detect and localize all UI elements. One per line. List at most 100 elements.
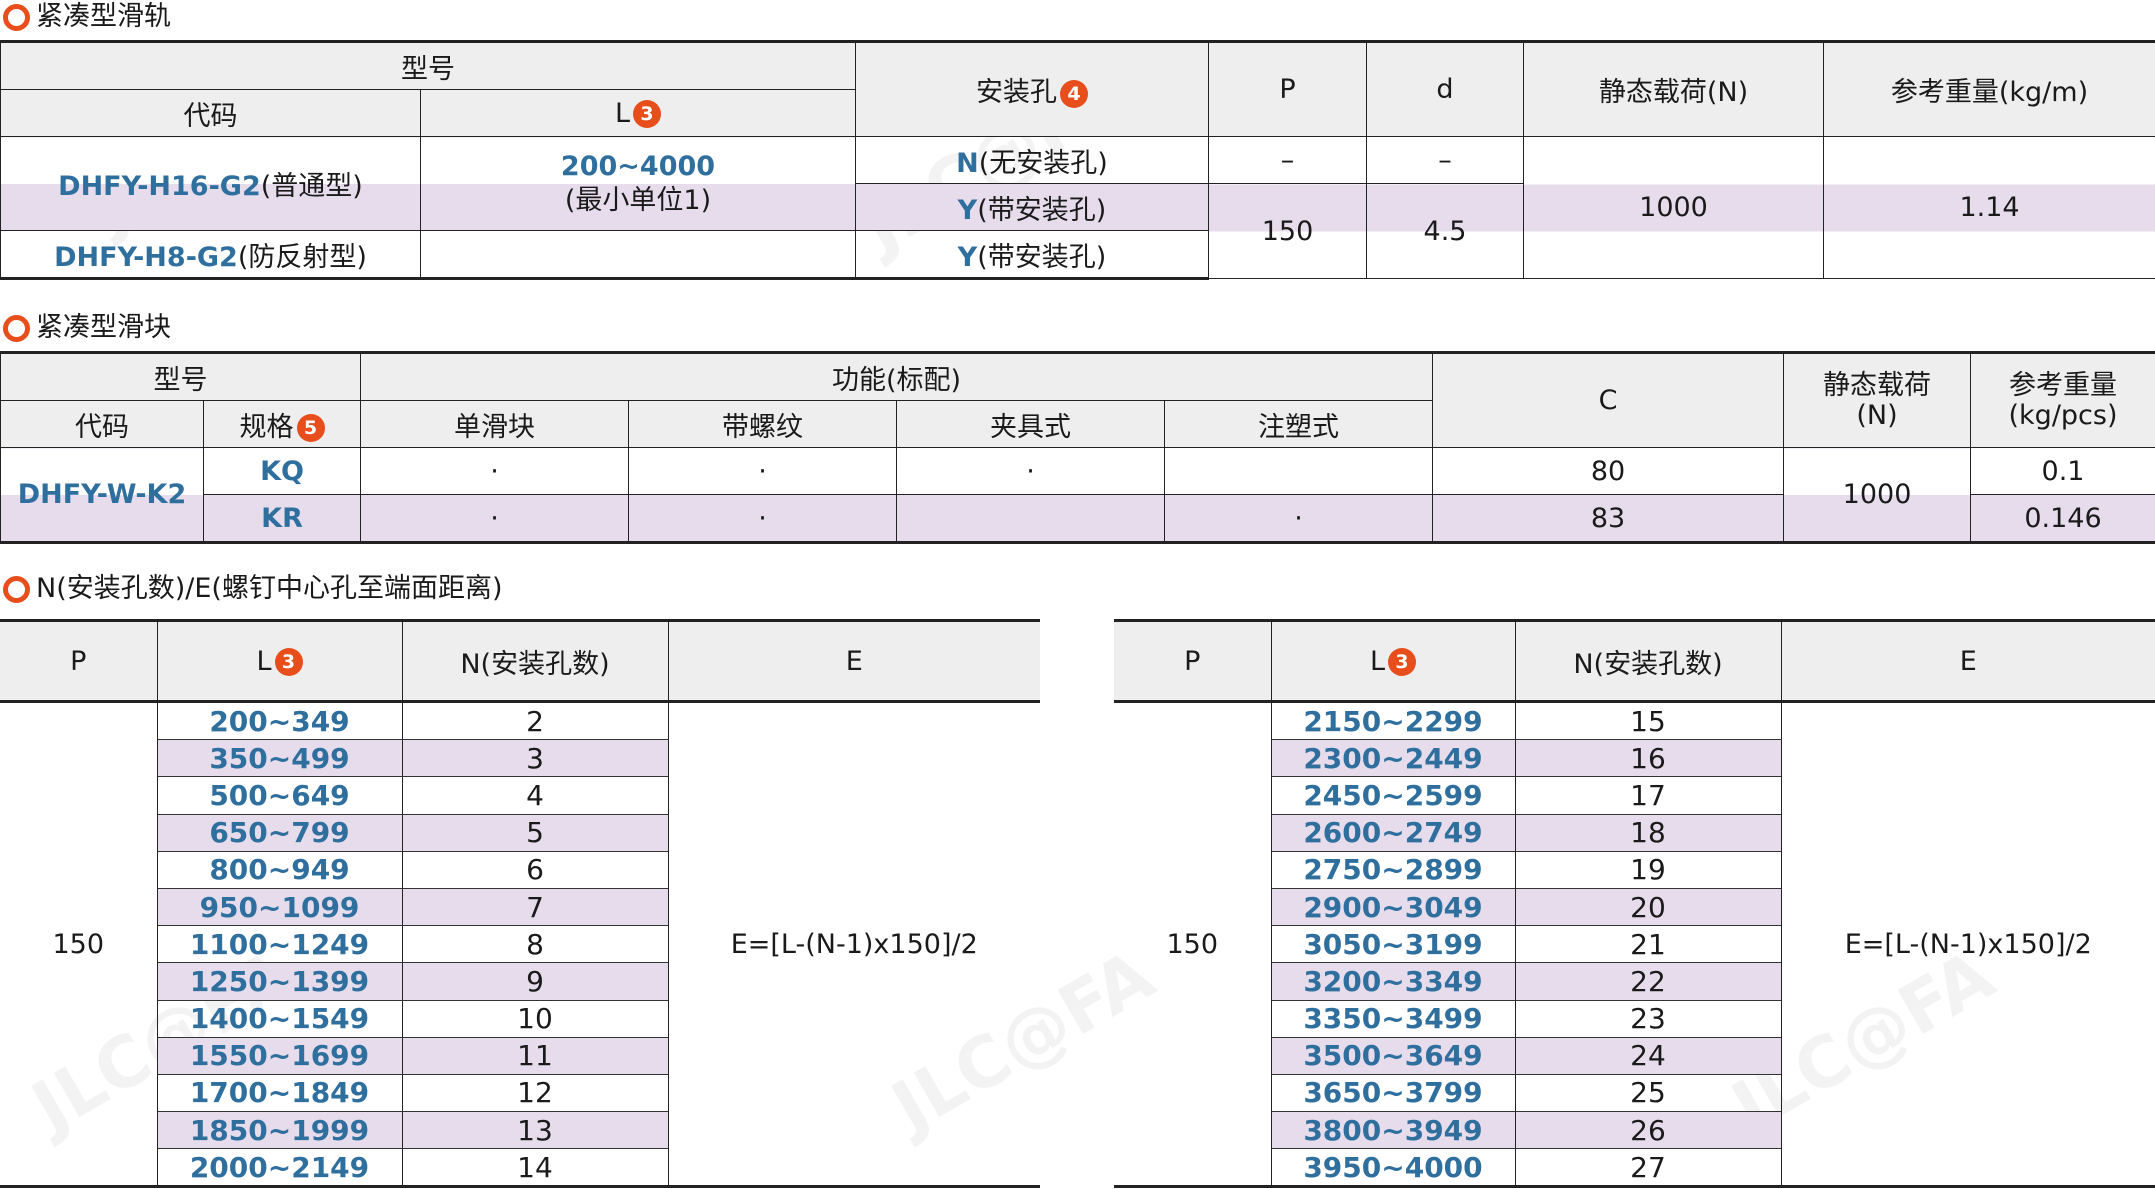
rail-code-antireflect: DHFY-H8-G2(防反射型) [0, 230, 421, 280]
hole-count: 26 [1514, 1111, 1782, 1150]
length-range: 3200~3349 [1270, 962, 1516, 1001]
header-c: C [1432, 351, 1785, 448]
section-title-text: N(安装孔数)/E(螺钉中心孔至端面距离) [36, 573, 503, 604]
holes-table-left: P L3 N(安装孔数) E 150 200~349 2 E=[L-(N-1)x150… [0, 619, 1040, 1189]
rail-length-range: 200~4000 (最小单位1) [420, 136, 856, 231]
length-range: 1100~1249 [156, 925, 403, 964]
hole-count: 17 [1514, 776, 1782, 815]
length-range: 2450~2599 [1270, 776, 1516, 815]
rail-code-standard: DHFY-H16-G2(普通型) [0, 136, 421, 231]
single-mark: · [360, 494, 629, 544]
badge-icon: 3 [1388, 648, 1417, 676]
length-range: 3800~3949 [1270, 1111, 1516, 1150]
rail-load: 1000 [1523, 136, 1824, 279]
header-code: 代码 [0, 400, 204, 448]
hole-count: 8 [401, 925, 669, 964]
header-e: E [1780, 619, 2155, 703]
header-function: 功能(标配) [359, 351, 1434, 401]
header-load: 静态载荷 (N) [1783, 351, 1972, 448]
header-p: P [1114, 619, 1272, 703]
badge-icon: 5 [296, 414, 325, 442]
hole-option-n: N(无安装孔) [855, 136, 1209, 184]
table-row: 150 2150~2299 15 E=[L-(N-1)x150]/2 [1114, 701, 2155, 1189]
slider-load: 1000 [1783, 447, 1972, 544]
c-value: 83 [1432, 494, 1785, 544]
e-formula: E=[L-(N-1)x150]/2 [667, 701, 1040, 1189]
circle-bullet-icon [3, 314, 30, 342]
d-dash: – [1366, 136, 1524, 184]
weight-value: 0.146 [1970, 494, 2155, 544]
hole-count: 25 [1514, 1074, 1782, 1113]
hole-count: 23 [1514, 1000, 1782, 1038]
hole-count: 27 [1514, 1148, 1782, 1189]
hole-count: 18 [1514, 814, 1782, 852]
header-spec: 规格 5 [203, 400, 361, 448]
header-length: L3 [420, 89, 856, 137]
header-l: L3 [1270, 619, 1516, 703]
header-mount-hole: 安装孔 4 [855, 40, 1209, 137]
hole-count: 6 [401, 851, 669, 889]
length-range: 3050~3199 [1270, 925, 1516, 964]
length-range: 200~349 [156, 701, 403, 741]
length-range: 1250~1399 [156, 962, 403, 1001]
single-mark: · [360, 447, 629, 495]
header-n: N(安装孔数) [1514, 619, 1782, 703]
rail-weight: 1.14 [1823, 136, 2155, 279]
hole-option-y: Y(带安装孔) [855, 183, 1209, 231]
section-title-holes: N(安装孔数)/E(螺钉中心孔至端面距离) [0, 572, 503, 606]
length-range: 1700~1849 [156, 1074, 403, 1113]
hole-count: 19 [1514, 851, 1782, 889]
slider-spec-table: 型号 功能(标配) C 静态载荷 (N) 参考重量 (kg/pcs) 代码 规格… [0, 351, 2155, 544]
hole-count: 21 [1514, 925, 1782, 964]
hole-count: 3 [401, 739, 669, 778]
length-range: 2300~2449 [1270, 739, 1516, 778]
header-l: L3 [156, 619, 403, 703]
rail-spec-table: 型号 安装孔 4 P d 静态载荷(N) 参考重量(kg/m) 代码 L3 DHF… [0, 40, 2155, 280]
molded-mark: · [1163, 494, 1434, 544]
length-range: 2750~2899 [1270, 851, 1516, 889]
length-range: 500~649 [156, 776, 403, 815]
header-n: N(安装孔数) [401, 619, 669, 703]
slider-code: DHFY-W-K2 [0, 447, 204, 544]
hole-count: 14 [401, 1148, 669, 1189]
hole-count: 7 [401, 888, 669, 927]
molded-mark [1163, 447, 1434, 495]
length-range: 650~799 [156, 814, 403, 852]
length-range: 800~949 [156, 851, 403, 889]
length-range: 2000~2149 [156, 1148, 403, 1189]
rail-p: 150 [1208, 183, 1367, 279]
badge-icon: 4 [1060, 79, 1088, 108]
hole-count: 9 [401, 962, 669, 1001]
rail-d: 4.5 [1366, 183, 1524, 279]
header-model: 型号 [0, 40, 856, 90]
badge-icon: 3 [274, 648, 303, 676]
section-title-text: 紧凑型滑轨 [36, 1, 171, 32]
thread-mark: · [628, 494, 897, 544]
hole-count: 10 [401, 1000, 669, 1038]
length-range: 1850~1999 [156, 1111, 403, 1150]
hole-count: 4 [401, 776, 669, 815]
header-single: 单滑块 [360, 400, 629, 448]
header-model: 型号 [0, 351, 361, 401]
section-title-rail: 紧凑型滑轨 [0, 0, 171, 34]
length-range: 2600~2749 [1270, 814, 1516, 852]
section-title-text: 紧凑型滑块 [36, 312, 171, 343]
hole-count: 2 [401, 701, 669, 741]
header-p: P [1208, 40, 1367, 137]
rail-length-empty [420, 230, 856, 280]
p-dash: – [1208, 136, 1367, 184]
hole-count: 5 [401, 814, 669, 852]
hole-count: 12 [401, 1074, 669, 1113]
length-range: 2150~2299 [1270, 701, 1516, 741]
thread-mark: · [628, 447, 897, 495]
header-d: d [1366, 40, 1524, 137]
section-title-slider: 紧凑型滑块 [0, 311, 171, 345]
table-row: 150 200~349 2 E=[L-(N-1)x150]/2 [0, 701, 1040, 1189]
header-weight: 参考重量(kg/m) [1823, 40, 2155, 137]
hole-count: 13 [401, 1111, 669, 1150]
holes-table-right: P L3 N(安装孔数) E 150 2150~2299 15 E=[L-(N-1)x… [1114, 619, 2155, 1189]
length-range: 950~1099 [156, 888, 403, 927]
hole-count: 11 [401, 1037, 669, 1075]
header-code: 代码 [0, 89, 421, 137]
header-weight: 参考重量 (kg/pcs) [1970, 351, 2155, 448]
